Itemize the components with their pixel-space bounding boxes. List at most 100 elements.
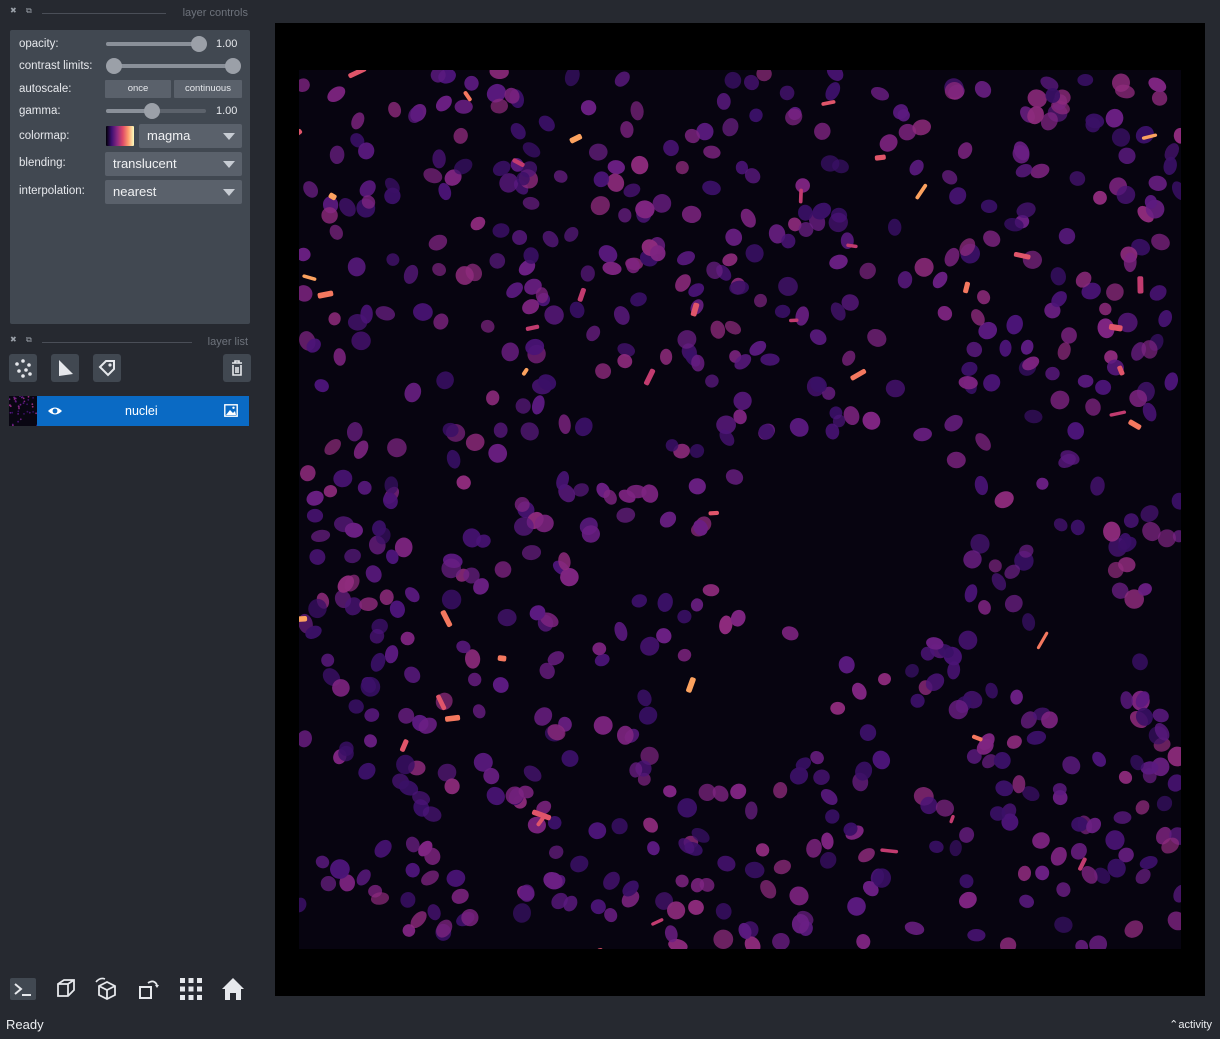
nucleus	[749, 108, 763, 123]
roll-dims-button[interactable]	[92, 974, 122, 1004]
opacity-label: opacity:	[19, 38, 59, 50]
autoscale-continuous-button[interactable]: continuous	[174, 80, 242, 98]
nucleus	[465, 433, 485, 451]
chevron-down-icon	[223, 161, 235, 168]
nucleus	[299, 78, 310, 93]
mitotic-nucleus	[1128, 419, 1142, 430]
nucleus	[333, 469, 353, 488]
delete-layer-button[interactable]	[223, 354, 251, 382]
opacity-slider-handle[interactable]	[191, 36, 207, 52]
nucleus	[456, 475, 471, 490]
nuclei-image[interactable]	[299, 70, 1181, 949]
nucleus	[400, 892, 416, 908]
nucleus	[681, 205, 702, 224]
layer-item-nuclei[interactable]: nuclei	[9, 396, 249, 426]
nucleus	[806, 838, 822, 858]
blending-combobox[interactable]: translucent	[105, 152, 242, 176]
nucleus	[333, 348, 346, 366]
nucleus	[506, 282, 523, 299]
nucleus	[838, 656, 855, 674]
nucleus	[1020, 339, 1034, 355]
nucleus	[773, 859, 791, 875]
console-button[interactable]	[8, 974, 38, 1004]
mitotic-nucleus	[798, 188, 803, 204]
nucleus	[1105, 830, 1125, 850]
nucleus	[446, 869, 466, 887]
contrast-high-handle[interactable]	[225, 58, 241, 74]
home-button[interactable]	[218, 974, 248, 1004]
nucleus	[730, 783, 747, 800]
mitotic-nucleus	[708, 510, 719, 516]
nucleus	[1053, 518, 1068, 532]
mitotic-nucleus	[302, 274, 317, 281]
grid-view-icon	[180, 978, 202, 1000]
eye-icon[interactable]	[47, 404, 63, 418]
nucleus	[944, 414, 963, 432]
interpolation-combobox[interactable]: nearest	[105, 180, 242, 204]
new-labels-layer-button[interactable]	[93, 354, 121, 382]
colormap-combobox[interactable]: magma	[139, 124, 242, 148]
nucleus	[994, 491, 1014, 509]
close-dock-icon[interactable]: ✖	[10, 335, 20, 345]
nucleus	[299, 285, 313, 302]
mitotic-nucleus	[597, 948, 605, 949]
roll-dims-icon	[95, 977, 116, 1001]
float-dock-icon[interactable]: ⧉	[26, 6, 36, 16]
mitotic-nucleus	[1137, 276, 1144, 294]
nucleus	[515, 398, 531, 414]
ndisplay-toggle-button[interactable]	[50, 974, 80, 1004]
nucleus	[725, 469, 744, 485]
nucleus	[717, 855, 736, 872]
new-shapes-layer-button[interactable]	[51, 354, 79, 382]
nucleus	[386, 253, 400, 266]
nucleus	[677, 648, 692, 662]
nucleus	[842, 350, 856, 366]
nucleus	[1105, 108, 1124, 128]
nucleus	[435, 95, 452, 112]
layer-name[interactable]: nuclei	[125, 404, 158, 418]
autoscale-once-button[interactable]: once	[105, 80, 171, 98]
grid-view-button[interactable]	[176, 974, 206, 1004]
transpose-dims-button[interactable]	[134, 974, 164, 1004]
nucleus	[1036, 477, 1049, 490]
nucleus	[760, 880, 777, 899]
chevron-up-icon: ⌃	[1169, 1019, 1179, 1031]
delete-layer-icon	[232, 360, 242, 376]
nucleus	[616, 725, 634, 745]
nucleus	[745, 244, 764, 263]
nucleus	[569, 301, 585, 319]
autoscale-label: autoscale:	[19, 83, 72, 95]
close-dock-icon[interactable]: ✖	[10, 6, 20, 16]
gamma-slider-handle[interactable]	[144, 103, 160, 119]
nucleus	[999, 339, 1012, 357]
nucleus	[851, 682, 867, 700]
viewer-canvas[interactable]	[275, 23, 1205, 996]
nucleus	[306, 508, 324, 523]
nucleus	[329, 145, 345, 164]
activity-button[interactable]: ⌃activity	[1169, 1018, 1212, 1031]
nucleus	[660, 348, 673, 365]
nucleus	[521, 545, 542, 561]
nucleus	[486, 390, 500, 406]
nucleus	[985, 682, 998, 699]
nucleus	[1050, 846, 1067, 866]
nucleus	[856, 934, 871, 949]
nucleus	[321, 653, 335, 667]
new-points-layer-icon	[15, 359, 32, 378]
nucleus	[464, 75, 479, 91]
nucleus	[859, 262, 876, 280]
nucleus	[311, 529, 331, 543]
nucleus	[1090, 476, 1105, 496]
new-shapes-layer-icon	[59, 360, 73, 376]
nucleus	[436, 371, 454, 390]
nucleus	[387, 438, 407, 458]
nucleus	[944, 247, 960, 267]
new-points-layer-button[interactable]	[9, 354, 37, 382]
nucleus	[1067, 422, 1085, 440]
contrast-low-handle[interactable]	[106, 58, 122, 74]
nucleus	[1058, 227, 1076, 245]
nucleus	[663, 139, 679, 157]
nucleus	[1013, 141, 1030, 161]
mitotic-nucleus	[569, 133, 583, 144]
float-dock-icon[interactable]: ⧉	[26, 335, 36, 345]
